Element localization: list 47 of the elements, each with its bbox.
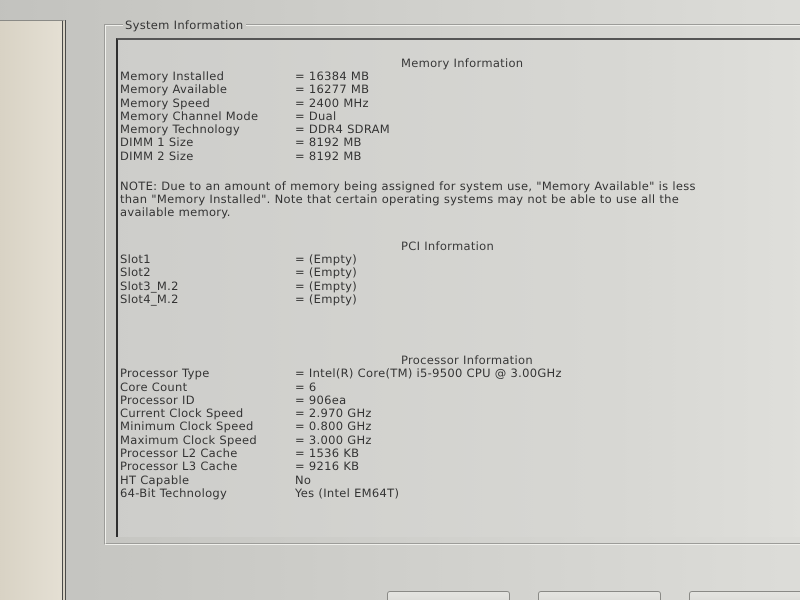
field-label: Memory Technology (120, 123, 240, 136)
field-label: DIMM 1 Size (120, 136, 194, 150)
field-value: = 16277 MB (295, 83, 370, 97)
field-label: DIMM 2 Size (120, 150, 194, 164)
section-title: Memory Information (401, 57, 524, 70)
field-value: = 8192 MB (295, 136, 362, 150)
field-label: Processor L2 Cache (120, 447, 238, 460)
field-label: Processor L3 Cache (120, 460, 238, 474)
section-title: Processor Information (401, 354, 533, 368)
section-title: PCI Information (401, 240, 494, 254)
field-value: = (Empty) (295, 266, 358, 280)
field-label: Memory Available (120, 83, 228, 97)
field-label: Core Count (120, 380, 188, 394)
field-label: Memory Speed (120, 96, 210, 110)
field-label: Current Clock Speed (120, 407, 244, 420)
field-label: 64-Bit Technology (120, 486, 228, 500)
field-label: Memory Installed (120, 70, 224, 84)
field-value: = Dual (295, 110, 336, 124)
field-value: = Intel(R) Core(TM) i5-9500 CPU @ 3.00GHz (295, 367, 562, 381)
field-value: Yes (Intel EM64T) (295, 486, 400, 500)
field-value: = 9216 KB (295, 460, 360, 474)
field-value: = 0.800 GHz (295, 420, 372, 434)
field-value: = 8192 MB (295, 150, 362, 164)
field-label: Maximum Clock Speed (120, 434, 257, 448)
field-label: Slot1 (120, 253, 151, 266)
field-value: = 16384 MB (295, 70, 370, 84)
field-value: = 2400 MHz (295, 96, 369, 110)
field-value: = DDR4 SDRAM (295, 123, 390, 136)
field-value: = 906ea (295, 394, 346, 408)
field-label: Processor Type (120, 367, 210, 381)
field-label: Slot2 (120, 266, 151, 280)
field-label: Minimum Clock Speed (120, 420, 254, 434)
field-value: = 6 (295, 380, 317, 394)
field-label: Memory Channel Mode (120, 110, 258, 124)
group-title: System Information (124, 18, 245, 32)
field-value: = (Empty) (295, 280, 358, 293)
field-value: = (Empty) (295, 253, 358, 266)
note-text: NOTE: Due to an amount of memory being assigned for system use, "Memory Available" is less than "Memory Installed". Note that certain operating systems may not be able to use all the available memory. (120, 180, 697, 220)
field-value: = 1536 KB (295, 447, 360, 460)
field-value: = 2.970 GHz (295, 407, 372, 420)
field-label: HT Capable (120, 474, 190, 487)
field-label: Processor ID (120, 394, 195, 408)
field-value: No (295, 474, 312, 487)
field-value: = 3.000 GHz (295, 434, 372, 448)
field-label: Slot3_M.2 (120, 280, 179, 293)
field-label: Slot4_M.2 (120, 292, 179, 306)
field-value: = (Empty) (295, 292, 358, 306)
